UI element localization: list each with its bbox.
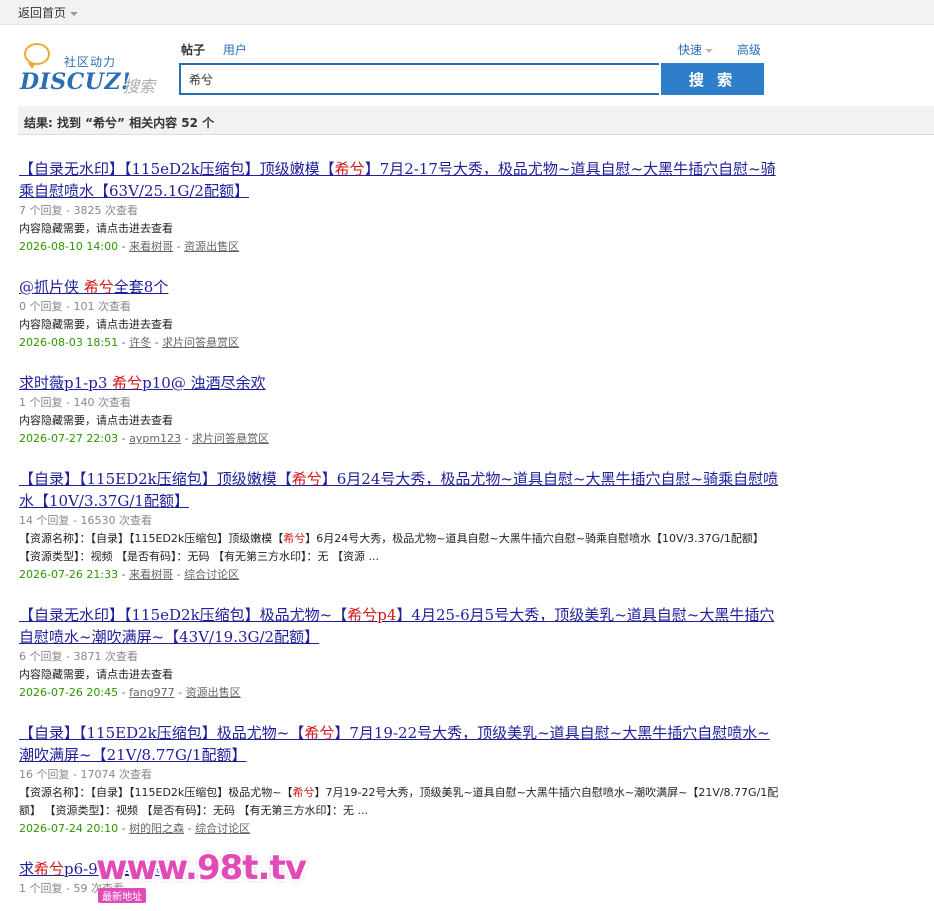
search-button[interactable]: 搜 索: [661, 63, 764, 95]
result-desc: 内容隐藏需要，请点击进去查看: [19, 414, 173, 427]
search-options: 快速 高级: [678, 41, 761, 58]
result-author[interactable]: 许冬: [129, 336, 151, 349]
result-desc: 内容隐藏需要，请点击进去查看: [19, 222, 173, 235]
result-title[interactable]: 【自录】【115ED2k压缩包】极品尤物~【希兮】7月19-22号大秀，顶级美乳…: [19, 722, 779, 766]
result-forum[interactable]: 综合讨论区: [195, 822, 250, 835]
result-title[interactable]: 【自录无水印】【115eD2k压缩包】顶级嫩模【希兮】7月2-17号大秀，极品尤…: [19, 158, 779, 202]
result-author[interactable]: aypm123: [129, 432, 181, 445]
result-title[interactable]: 【自录】【115ED2k压缩包】顶级嫩模【希兮】6月24号大秀，极品尤物~道具自…: [19, 468, 779, 512]
advanced-search-link[interactable]: 高级: [737, 43, 761, 57]
logo-search-label: 搜索: [123, 77, 156, 96]
results-list: 【自录无水印】【115eD2k压缩包】顶级嫩模【希兮】7月2-17号大秀，极品尤…: [19, 158, 779, 898]
logo-slogan: 社区动力: [64, 55, 117, 69]
top-bar: 返回首页: [0, 0, 934, 25]
result-meta: 1 个回复 - 140 次查看: [19, 396, 131, 409]
result-summary-bar: 结果: 找到 “希兮” 相关内容 52 个: [18, 106, 934, 135]
result-item: @抓片侠 希兮全套8个 0 个回复 - 101 次查看 内容隐藏需要，请点击进去…: [19, 276, 779, 352]
result-date: 2026-07-26 20:45: [19, 686, 119, 699]
site-watermark: www.98t.tv 最新地址: [96, 848, 307, 906]
result-meta: 0 个回复 - 101 次查看: [19, 300, 131, 313]
search-box: [179, 63, 659, 95]
result-desc: 内容隐藏需要，请点击进去查看: [19, 668, 173, 681]
speech-bubble-icon: [24, 43, 50, 69]
watermark-subtitle: 最新地址: [98, 888, 146, 903]
result-forum[interactable]: 求片问答悬赏区: [162, 336, 239, 349]
result-date: 2026-08-03 18:51: [19, 336, 119, 349]
result-info: 2026-07-26 20:45 - fang977 - 资源出售区: [19, 686, 241, 699]
result-date: 2026-07-24 20:10: [19, 822, 119, 835]
result-desc: 【资源名称】：【自录】【115ED2k压缩包】极品尤物~【希兮】7月19-22号…: [19, 786, 779, 817]
result-date: 2026-08-10 14:00: [19, 240, 119, 253]
result-info: 2026-07-24 20:10 - 树的阳之森 - 综合讨论区: [19, 822, 251, 835]
result-date: 2026-07-27 22:03: [19, 432, 119, 445]
discuz-logo[interactable]: 社区动力 DISCUZ! 搜索: [20, 43, 170, 99]
result-title[interactable]: 【自录无水印】【115eD2k压缩包】极品尤物~【希兮p4】4月25-6月5号大…: [19, 604, 779, 648]
tab-posts[interactable]: 帖子: [181, 43, 205, 57]
result-meta: 16 个回复 - 17074 次查看: [19, 768, 152, 781]
result-info: 2026-07-27 22:03 - aypm123 - 求片问答悬赏区: [19, 432, 270, 445]
result-forum[interactable]: 综合讨论区: [184, 568, 239, 581]
result-item: 【自录】【115ED2k压缩包】顶级嫩模【希兮】6月24号大秀，极品尤物~道具自…: [19, 468, 779, 584]
result-info: 2026-07-26 21:33 - 来看树哥 - 综合讨论区: [19, 568, 240, 581]
result-info: 2026-08-10 14:00 - 来看树哥 - 资源出售区: [19, 240, 240, 253]
result-date: 2026-07-26 21:33: [19, 568, 119, 581]
result-item: 【自录无水印】【115eD2k压缩包】顶级嫩模【希兮】7月2-17号大秀，极品尤…: [19, 158, 779, 256]
result-desc: 【资源名称】：【自录】【115ED2k压缩包】顶级嫩模【希兮】6月24号大秀，极…: [19, 532, 764, 563]
result-author[interactable]: 树的阳之森: [129, 822, 184, 835]
result-author[interactable]: 来看树哥: [129, 240, 173, 253]
tab-users[interactable]: 用户: [223, 43, 247, 57]
result-item: 【自录】【115ED2k压缩包】极品尤物~【希兮】7月19-22号大秀，顶级美乳…: [19, 722, 779, 838]
result-author[interactable]: 来看树哥: [129, 568, 173, 581]
logo-brand: DISCUZ!: [20, 69, 132, 95]
result-title[interactable]: @抓片侠 希兮全套8个: [19, 276, 779, 298]
quick-search-dropdown[interactable]: 快速: [678, 43, 714, 57]
result-author[interactable]: fang977: [129, 686, 175, 699]
result-title[interactable]: 求时薇p1-p3 希兮p10@ 浊酒尽余欢: [19, 372, 779, 394]
result-item: 求时薇p1-p3 希兮p10@ 浊酒尽余欢 1 个回复 - 140 次查看 内容…: [19, 372, 779, 448]
chevron-down-icon: [705, 48, 714, 53]
result-desc: 内容隐藏需要，请点击进去查看: [19, 318, 173, 331]
search-type-tabs: 帖子 用户: [181, 41, 261, 58]
home-link[interactable]: 返回首页: [18, 4, 79, 21]
result-meta: 6 个回复 - 3871 次查看: [19, 650, 138, 663]
result-item: 【自录无水印】【115eD2k压缩包】极品尤物~【希兮p4】4月25-6月5号大…: [19, 604, 779, 702]
result-summary: 结果: 找到 “希兮” 相关内容 52 个: [24, 116, 215, 130]
result-forum[interactable]: 求片问答悬赏区: [192, 432, 269, 445]
result-forum[interactable]: 资源出售区: [184, 240, 239, 253]
chevron-down-icon[interactable]: [70, 11, 79, 16]
watermark-text: www.98t.tv: [96, 848, 307, 888]
header: 社区动力 DISCUZ! 搜索 帖子 用户 快速 高级 搜 索: [0, 25, 934, 105]
search-input[interactable]: [181, 65, 659, 93]
result-meta: 7 个回复 - 3825 次查看: [19, 204, 138, 217]
result-info: 2026-08-03 18:51 - 许冬 - 求片问答悬赏区: [19, 336, 240, 349]
result-meta: 14 个回复 - 16530 次查看: [19, 514, 152, 527]
result-forum[interactable]: 资源出售区: [186, 686, 241, 699]
